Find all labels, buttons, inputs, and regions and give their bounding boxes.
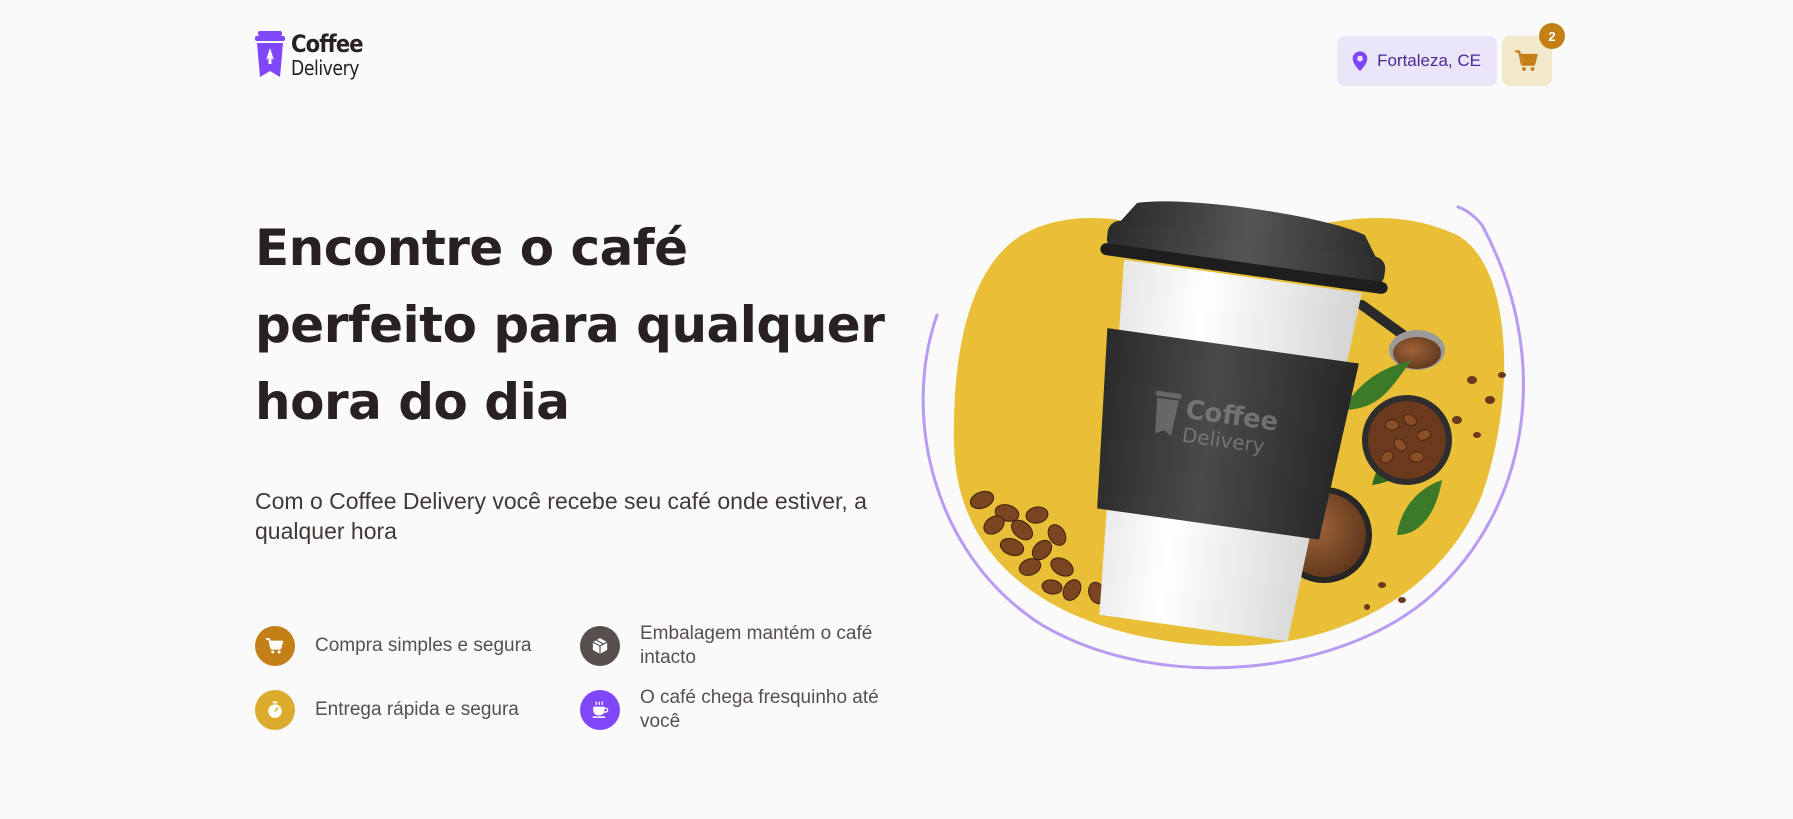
cart-button[interactable]: 2 [1502, 23, 1565, 86]
package-icon [592, 638, 608, 654]
feature-label: Embalagem mantém o café intacto [640, 623, 873, 668]
cart-count-badge: 2 [1539, 23, 1565, 49]
logo[interactable]: Coffee Delivery [255, 30, 373, 80]
feature-icon-badge [580, 690, 620, 730]
timer-icon [268, 701, 282, 718]
hero-subtitle: Com o Coffee Delivery você recebe seu ca… [255, 488, 867, 544]
coffee-cup-rocket-icon [255, 31, 285, 77]
feature-label: Entrega rápida e segura [315, 699, 519, 720]
hero-title-line: Encontre o café [255, 219, 688, 277]
feature-list: Compra simples e segura Embalagem mantém… [255, 622, 895, 732]
location-button[interactable]: Fortaleza, CE [1337, 36, 1497, 86]
map-pin-icon [1352, 51, 1368, 71]
coffee-icon [592, 701, 609, 718]
feature-item: Embalagem mantém o café intacto [580, 622, 900, 670]
coffee-cup-illustration: Coffee Delivery [921, 201, 1525, 670]
hero-title-line: hora do dia [255, 373, 570, 431]
feature-item: Compra simples e segura [255, 626, 531, 666]
hero-title-line: perfeito para qualquer [255, 296, 885, 354]
logo-text: Coffee Delivery [291, 32, 373, 78]
feature-item: O café chega fresquinho até você [580, 686, 900, 734]
feature-icon-badge [255, 690, 295, 730]
feature-icon-badge [580, 626, 620, 666]
header: Coffee Delivery Fortaleza, CE 2 [255, 23, 1565, 88]
feature-label: Compra simples e segura [315, 635, 532, 656]
hero-image: Coffee Delivery [912, 195, 1552, 685]
hero-title: Encontre o café perfeito para qualquer h… [255, 210, 895, 441]
location-label: Fortaleza, CE [1377, 51, 1481, 70]
logo-word-delivery: Delivery [291, 56, 359, 80]
feature-label: O café chega fresquinho até você [640, 687, 879, 732]
feature-item: Entrega rápida e segura [255, 690, 519, 730]
shopping-cart-icon [1515, 50, 1538, 71]
shopping-cart-icon [266, 637, 284, 654]
feature-icon-badge [255, 626, 295, 666]
logo-word-coffee: Coffee [291, 30, 364, 58]
